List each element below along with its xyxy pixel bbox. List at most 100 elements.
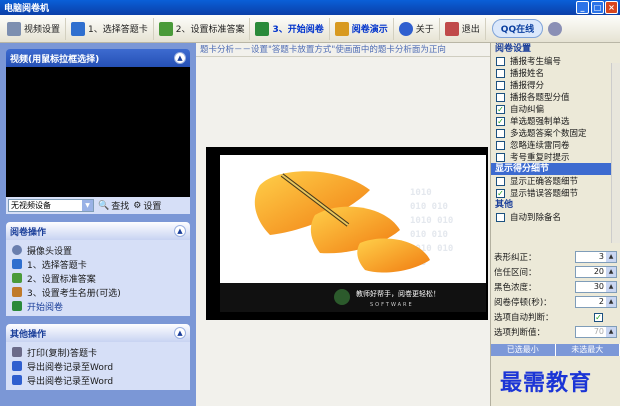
select-card-button[interactable]: 1、选择答题卡 xyxy=(66,17,154,40)
toolbar: 视频设置 1、选择答题卡 2、设置标准答案 3、开始阅卷 阅卷演示 关于 退出 … xyxy=(0,15,620,43)
stepper-arrows-icon: ▲ xyxy=(606,327,616,337)
numeric-stepper[interactable]: 20 ▲ xyxy=(575,266,617,278)
setting-checkbox-row[interactable]: 多选题答案个数固定 xyxy=(491,127,620,139)
item-label: 打印(复制)答题卡 xyxy=(27,348,98,359)
setting-checkbox-row[interactable]: 播报考生编号 xyxy=(491,55,620,67)
auto-judge-wrap: ✓ xyxy=(594,311,608,323)
about-button[interactable]: 关于 xyxy=(394,17,440,40)
numeric-stepper[interactable]: 3 ▲ xyxy=(575,251,617,263)
export-word-item-2[interactable]: 导出阅卷记录至Word xyxy=(6,373,190,387)
numeric-stepper[interactable]: 2 ▲ xyxy=(575,296,617,308)
toolbar-label: 视频设置 xyxy=(24,25,61,35)
unchecked-checkbox[interactable] xyxy=(496,140,505,150)
score-detail-checks: 显示正确答题细节 ✓ 显示错误答题细节 xyxy=(491,175,620,199)
window-title: 电脑阅卷机 xyxy=(4,4,50,14)
camera-icon xyxy=(12,245,22,255)
unchecked-checkbox[interactable] xyxy=(496,212,505,222)
auto-judge-row: 选项自动判断： ✓ xyxy=(491,309,620,324)
setting-checkbox-row[interactable]: 播报各题型分值 xyxy=(491,91,620,103)
export-word-item[interactable]: 导出阅卷记录至Word xyxy=(6,359,190,373)
setting-checkbox-row[interactable]: 自动到除备名 xyxy=(491,211,620,223)
unchecked-checkbox[interactable] xyxy=(496,56,505,66)
checked-checkbox[interactable]: ✓ xyxy=(496,116,505,126)
numeric-setting-row: 表形纠正： 3 ▲ xyxy=(491,249,620,264)
judge-value-label: 选项判断值： xyxy=(494,327,546,338)
group-other: 其他 xyxy=(495,200,514,210)
setting-checkbox-row[interactable]: 显示正确答题细节 xyxy=(491,175,620,187)
group-score-details: 显示得分细节 xyxy=(491,163,620,175)
setting-label: 显示正确答题细节 xyxy=(510,177,579,187)
svg-text:010 010: 010 010 xyxy=(410,202,448,212)
video-preview[interactable] xyxy=(6,67,190,197)
device-select[interactable]: 无视频设备 ▼ xyxy=(8,199,94,212)
toolbar-label: 退出 xyxy=(461,25,480,35)
search-device-button[interactable]: 🔍 查找 xyxy=(98,199,129,213)
unchecked-checkbox[interactable] xyxy=(496,68,505,78)
splash-image: 1010 010 010 1010 010 010 010 1010 010 0… xyxy=(220,155,486,312)
watermark-text: 最需教育 xyxy=(500,370,593,396)
set-answer-button[interactable]: 2、设置标准答案 xyxy=(154,17,251,40)
video-panel-header[interactable]: 视频(用鼠标拉框选择) ▲ xyxy=(6,49,190,67)
video-settings-button[interactable]: 视频设置 xyxy=(2,17,67,40)
numeric-stepper[interactable]: 30 ▲ xyxy=(575,281,617,293)
checked-checkbox[interactable]: ✓ xyxy=(496,188,505,198)
numeric-setting-row: 阅卷停顿(秒)： 2 ▲ xyxy=(491,294,620,309)
toolbar-label: 阅卷演示 xyxy=(351,25,388,35)
setting-label: 单选题强制单选 xyxy=(510,117,570,127)
unchecked-checkbox[interactable] xyxy=(496,80,505,90)
set-roster-item[interactable]: 3、设置考生名册(可选) xyxy=(6,285,190,299)
video-panel: 视频(用鼠标拉框选择) ▲ 无视频设备 ▼ 🔍 查找 ⚙ 设置 xyxy=(6,49,190,214)
threshold-tabs: 已选最小 未选最大 xyxy=(491,344,620,356)
setting-checkbox-row[interactable]: 忽略连续雷同卷 xyxy=(491,139,620,151)
auto-judge-checkbox[interactable]: ✓ xyxy=(594,312,603,322)
print-card-item[interactable]: 打印(复制)答题卡 xyxy=(6,345,190,359)
video-panel-title: 视频(用鼠标拉框选择) xyxy=(10,54,100,65)
exit-button[interactable]: 退出 xyxy=(440,17,486,40)
chevron-up-icon[interactable]: ▲ xyxy=(174,327,186,339)
camera-settings-item[interactable]: 摄像头设置 xyxy=(6,243,190,257)
setting-checkbox-row[interactable]: 考号重复时提示 xyxy=(491,151,620,163)
item-label: 3、设置考生名册(可选) xyxy=(27,288,121,299)
word-icon xyxy=(12,361,22,371)
unchecked-checkbox[interactable] xyxy=(496,176,505,186)
unselected-max-tab[interactable]: 未选最大 xyxy=(555,344,620,356)
select-card-item[interactable]: 1、选择答题卡 xyxy=(6,257,190,271)
demo-button[interactable]: 阅卷演示 xyxy=(330,17,394,40)
gear-icon xyxy=(548,21,563,36)
printer-icon xyxy=(12,347,22,357)
setting-checkbox-row[interactable]: ✓ 单选题强制单选 xyxy=(491,115,620,127)
other-panel-header[interactable]: 其他操作 ▲ xyxy=(6,324,190,342)
svg-text:010 010: 010 010 xyxy=(410,230,448,240)
start-grading-button[interactable]: 3、开始阅卷 xyxy=(250,17,330,40)
setting-checkbox-row[interactable]: ✓ 自动纠偏 xyxy=(491,103,620,115)
setting-checkbox-row[interactable]: 播报得分 xyxy=(491,79,620,91)
group-grading-settings: 阅卷设置 xyxy=(495,44,532,54)
video-controls: 无视频设备 ▼ 🔍 查找 ⚙ 设置 xyxy=(6,197,190,214)
title-bar: 电脑阅卷机 _ □ × xyxy=(0,0,620,15)
grading-panel-header[interactable]: 阅卷操作 ▲ xyxy=(6,222,190,240)
card-preview[interactable]: 1010 010 010 1010 010 010 010 1010 010 0… xyxy=(206,147,488,320)
chevron-up-icon[interactable]: ▲ xyxy=(174,225,186,237)
close-button[interactable]: × xyxy=(605,1,618,14)
setting-checkbox-row[interactable]: ✓ 显示错误答题细节 xyxy=(491,187,620,199)
minimize-button[interactable]: _ xyxy=(576,1,589,14)
toolbar-label: 3、开始阅卷 xyxy=(272,25,324,35)
demo-icon xyxy=(334,21,349,36)
unchecked-checkbox[interactable] xyxy=(496,152,505,162)
chevron-up-icon[interactable]: ▲ xyxy=(174,52,186,64)
settings-button[interactable] xyxy=(543,18,570,40)
settings-scrollbar[interactable] xyxy=(611,63,620,243)
start-grading-item[interactable]: 开始阅卷 xyxy=(6,299,190,313)
selected-min-tab[interactable]: 已选最小 xyxy=(491,344,556,356)
device-settings-button[interactable]: ⚙ 设置 xyxy=(133,199,161,213)
judge-value-stepper[interactable]: 70 ▲ xyxy=(575,326,617,338)
setting-checkbox-row[interactable]: 播报姓名 xyxy=(491,67,620,79)
maximize-button[interactable]: □ xyxy=(591,1,604,14)
checked-checkbox[interactable]: ✓ xyxy=(496,104,505,114)
set-answer-item[interactable]: 2、设置标准答案 xyxy=(6,271,190,285)
unchecked-checkbox[interactable] xyxy=(496,92,505,102)
unchecked-checkbox[interactable] xyxy=(496,128,505,138)
qq-online-button[interactable]: QQ在线 xyxy=(491,19,544,38)
